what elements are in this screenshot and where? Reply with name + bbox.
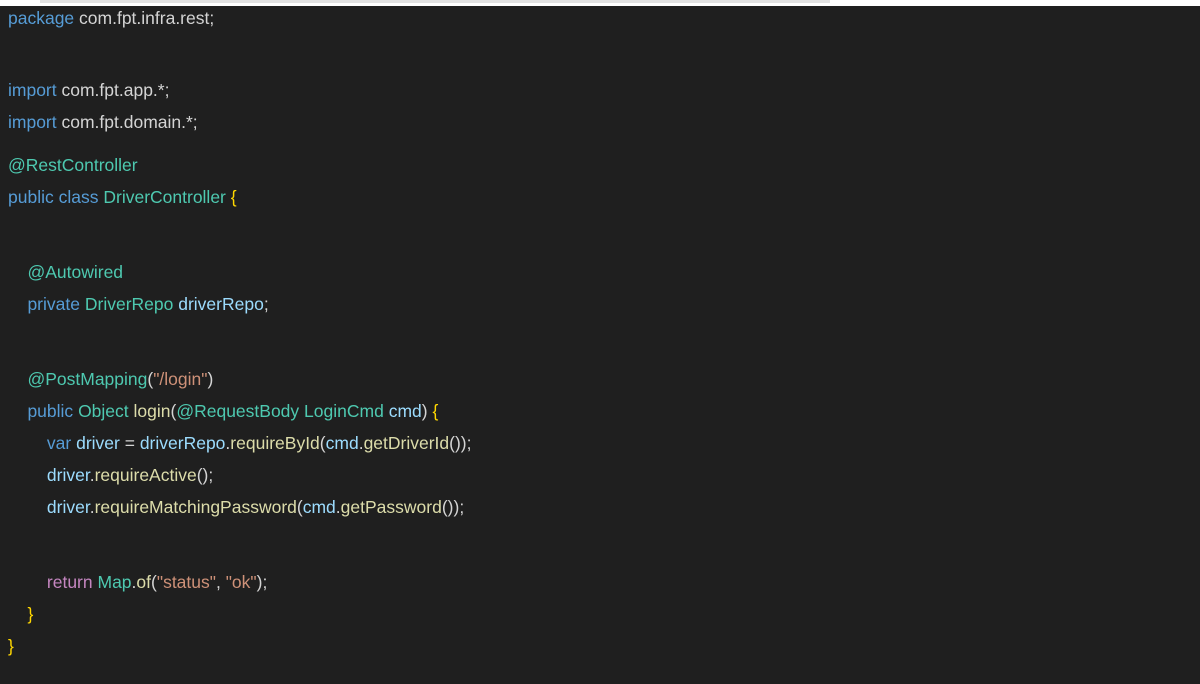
code-line-14: var driver = driverRepo.requireById(cmd.…	[8, 431, 472, 455]
semicolon: ;	[263, 294, 269, 314]
import-path: com.fpt.app.*;	[56, 80, 170, 100]
var-driver: driver	[46, 465, 90, 485]
string-ok: "ok"	[225, 572, 257, 592]
keyword-import: import	[8, 80, 57, 100]
string-status: "status"	[156, 572, 216, 592]
package-name: com.fpt.infra.rest;	[74, 8, 215, 28]
var-driver: driver	[76, 433, 120, 453]
keyword-class: class	[58, 187, 99, 207]
var-driver: driver	[46, 497, 90, 517]
code-line-20: }	[8, 634, 14, 658]
code-line-12: @PostMapping("/login")	[8, 367, 213, 391]
type-map: Map	[97, 572, 132, 592]
field-driverrepo: driverRepo	[139, 433, 226, 453]
keyword-public: public	[27, 401, 74, 421]
param-cmd: cmd	[325, 433, 359, 453]
code-line-3: import com.fpt.app.*;	[8, 78, 169, 102]
type-driverrepo: DriverRepo	[84, 294, 174, 314]
keyword-return: return	[46, 572, 93, 592]
paren: ());	[441, 497, 465, 517]
keyword-private: private	[27, 294, 80, 314]
code-line-18: return Map.of("status", "ok");	[8, 570, 267, 594]
method-getpassword: getPassword	[340, 497, 442, 517]
keyword-var: var	[46, 433, 72, 453]
code-line-6: @RestController	[8, 153, 138, 177]
comma: ,	[215, 572, 226, 592]
code-line-10: private DriverRepo driverRepo;	[8, 292, 269, 316]
operator-assign: =	[119, 433, 140, 453]
paren: )	[421, 401, 433, 421]
method-requirematchingpassword: requireMatchingPassword	[94, 497, 297, 517]
code-line-15: driver.requireActive();	[8, 463, 213, 487]
open-brace: {	[432, 401, 439, 421]
annotation-autowired: @Autowired	[27, 262, 124, 282]
paren: ());	[449, 433, 472, 453]
annotation-requestbody: @RequestBody	[176, 401, 300, 421]
param-cmd: cmd	[302, 497, 336, 517]
keyword-public: public	[8, 187, 54, 207]
keyword-package: package	[8, 8, 75, 28]
import-path: com.fpt.domain.*;	[56, 112, 198, 132]
code-line-13: public Object login(@RequestBody LoginCm…	[8, 399, 438, 423]
code-line-9: @Autowired	[8, 260, 123, 284]
annotation-restcontroller: @RestController	[8, 155, 138, 175]
paren: )	[207, 369, 214, 389]
top-strip-bar	[40, 0, 830, 3]
annotation-postmapping: @PostMapping	[27, 369, 148, 389]
paren: );	[256, 572, 268, 592]
method-login: login	[133, 401, 171, 421]
class-name: DriverController	[103, 187, 226, 207]
code-editor[interactable]: package com.fpt.infra.rest; import com.f…	[0, 6, 1200, 684]
close-brace: }	[27, 604, 34, 624]
code-line-16: driver.requireMatchingPassword(cmd.getPa…	[8, 495, 464, 519]
type-logincmd: LoginCmd	[304, 401, 384, 421]
paren: ();	[196, 465, 214, 485]
code-line-7: public class DriverController {	[8, 185, 237, 209]
close-brace: }	[8, 636, 14, 656]
type-object: Object	[78, 401, 129, 421]
method-getdriverid: getDriverId	[363, 433, 450, 453]
param-cmd: cmd	[388, 401, 422, 421]
method-of: of	[136, 572, 152, 592]
method-requireactive: requireActive	[94, 465, 197, 485]
field-driverrepo: driverRepo	[178, 294, 264, 314]
string-login-path: "/login"	[153, 369, 208, 389]
code-line-19: }	[8, 602, 33, 626]
method-requirebyid: requireById	[230, 433, 320, 453]
keyword-import: import	[8, 112, 57, 132]
code-line-1: package com.fpt.infra.rest;	[8, 6, 214, 30]
open-brace: {	[230, 187, 237, 207]
code-line-4: import com.fpt.domain.*;	[8, 110, 198, 134]
